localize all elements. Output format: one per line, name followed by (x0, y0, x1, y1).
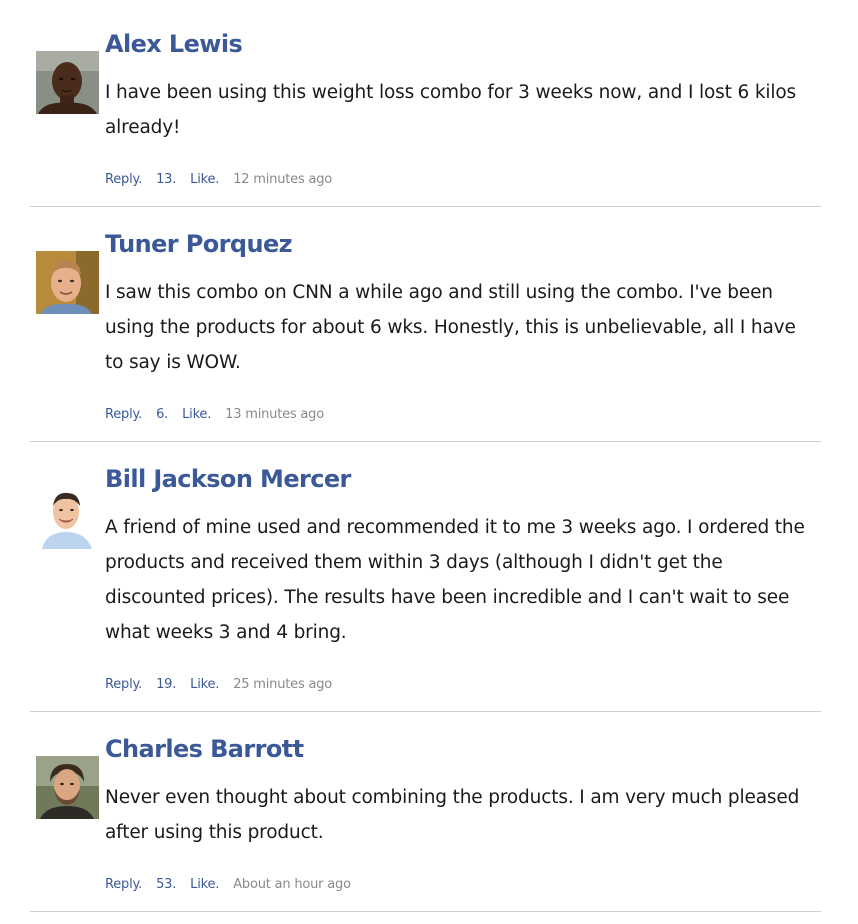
comment-item: Tuner Porquez I saw this combo on CNN a … (30, 207, 821, 442)
reply-link[interactable]: Reply. (105, 677, 142, 692)
comment-meta: Reply. 19. Like. 25 minutes ago (105, 677, 332, 692)
reply-link[interactable]: Reply. (105, 172, 142, 187)
like-link[interactable]: Like. (182, 407, 211, 422)
comment-text: A friend of mine used and recommended it… (105, 517, 805, 643)
comment-meta: Reply. 53. Like. About an hour ago (105, 877, 351, 892)
comment-meta: Reply. 13. Like. 12 minutes ago (105, 172, 332, 187)
like-link[interactable]: Like. (190, 677, 219, 692)
avatar-photo-icon[interactable] (36, 251, 99, 314)
like-count: 13. (156, 172, 177, 187)
avatar-photo-icon[interactable] (36, 756, 99, 819)
like-count: 19. (156, 677, 177, 692)
timestamp: About an hour ago (233, 877, 351, 892)
comment-item: Charles Barrott Never even thought about… (30, 712, 821, 912)
comment-text: Never even thought about combining the p… (105, 787, 800, 843)
comment-text: I saw this combo on CNN a while ago and … (105, 282, 796, 373)
comments-list: Alex Lewis I have been using this weight… (30, 0, 821, 912)
timestamp: 25 minutes ago (233, 677, 333, 692)
comment-text: I have been using this weight loss combo… (105, 82, 797, 138)
commenter-name[interactable]: Alex Lewis (105, 30, 243, 58)
avatar-photo-icon[interactable] (36, 51, 99, 114)
commenter-name[interactable]: Charles Barrott (105, 735, 304, 763)
comment-item: Bill Jackson Mercer A friend of mine use… (30, 442, 821, 712)
commenter-name[interactable]: Tuner Porquez (105, 230, 293, 258)
reply-link[interactable]: Reply. (105, 407, 142, 422)
timestamp: 12 minutes ago (233, 172, 333, 187)
reply-link[interactable]: Reply. (105, 877, 142, 892)
comment-meta: Reply. 6. Like. 13 minutes ago (105, 407, 324, 422)
like-count: 6. (156, 407, 169, 422)
like-count: 53. (156, 877, 177, 892)
timestamp: 13 minutes ago (225, 407, 324, 422)
commenter-name[interactable]: Bill Jackson Mercer (105, 465, 351, 493)
like-link[interactable]: Like. (190, 172, 219, 187)
avatar-photo-icon[interactable] (36, 486, 99, 549)
like-link[interactable]: Like. (190, 877, 219, 892)
comment-item: Alex Lewis I have been using this weight… (30, 0, 821, 207)
